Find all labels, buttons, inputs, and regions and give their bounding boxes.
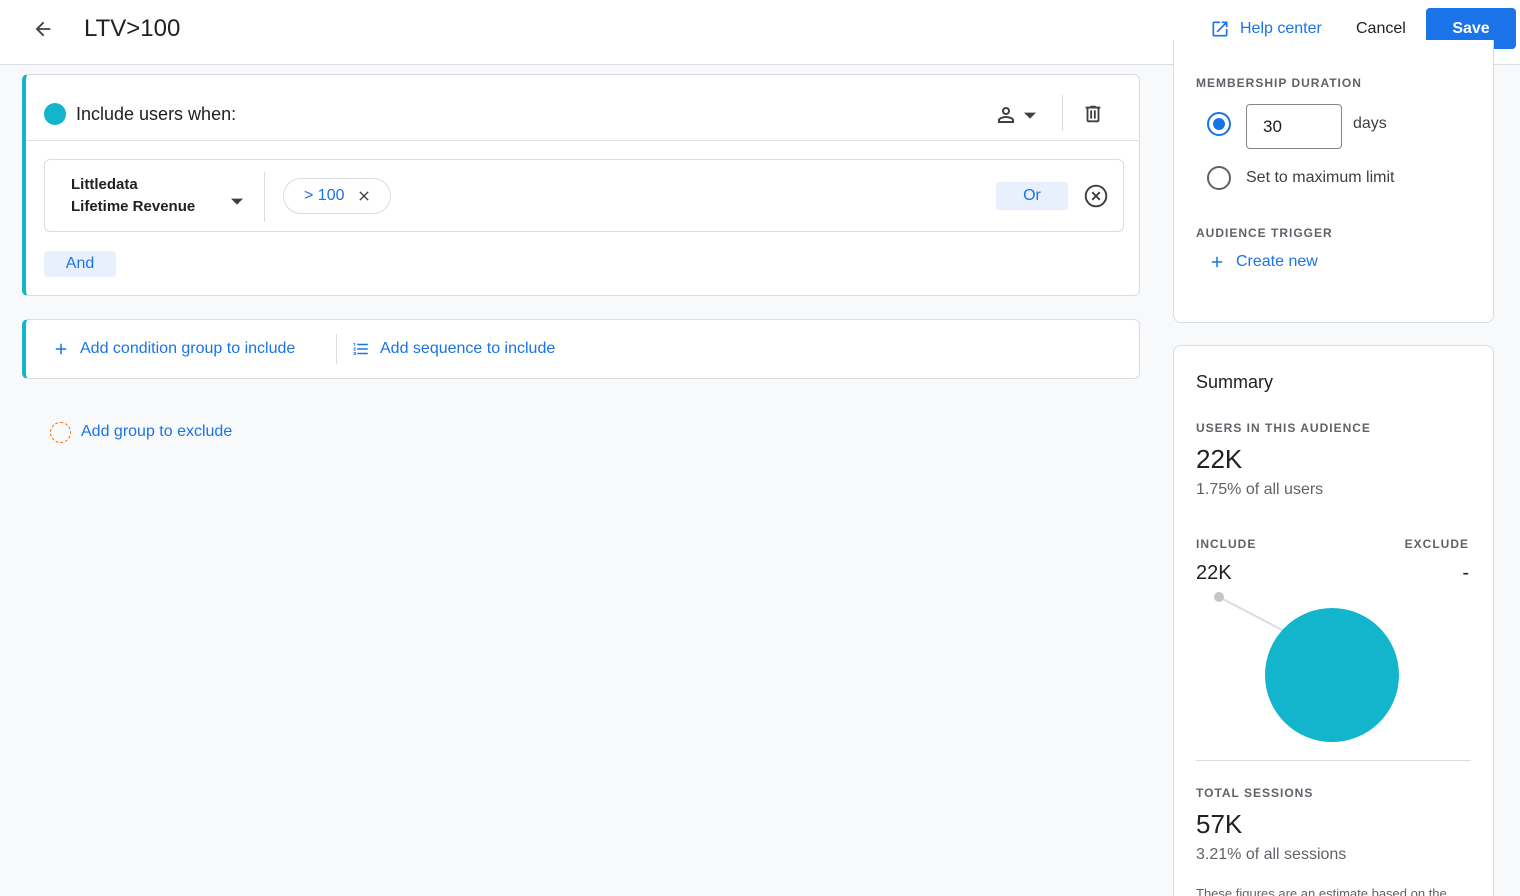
include-indicator-dot [44,103,66,125]
sessions-heading: TOTAL SESSIONS [1196,786,1314,800]
arrow-left-icon [35,21,51,37]
max-limit-radio[interactable] [1207,166,1231,190]
condition-row: Littledata Lifetime Revenue > 100 Or [44,159,1124,232]
help-center-link[interactable]: Help center [1210,16,1322,42]
create-trigger-button[interactable]: Create new [1208,250,1318,274]
condition-scope-dropdown[interactable] [994,101,1044,129]
delete-group-button[interactable] [1080,99,1106,129]
summary-title: Summary [1196,372,1274,392]
plus-icon [55,343,67,355]
cancel-circle-icon [1084,184,1108,208]
create-trigger-label: Create new [1236,253,1318,270]
condition-value-chip[interactable]: > 100 [283,178,391,214]
audience-settings-panel: MEMBERSHIP DURATION days Set to maximum … [1173,40,1494,323]
help-center-label: Help center [1240,20,1322,37]
include-group-title: Include users when: [76,104,237,124]
days-unit-label: days [1353,115,1387,132]
include-group-header: Include users when: [26,75,1139,141]
remove-condition-button[interactable] [1083,183,1109,209]
dimension-name-line2: Lifetime Revenue [71,198,196,215]
add-exclude-group-button[interactable]: Add group to exclude [50,420,232,444]
estimate-footnote: These figures are an estimate based on t… [1196,886,1447,896]
add-include-actions: Add condition group to include Add seque… [22,319,1140,379]
close-icon[interactable] [356,188,372,204]
back-button[interactable] [28,14,58,44]
include-exclude-diagram [1214,592,1399,742]
condition-divider [264,172,265,222]
summary-divider [1196,760,1471,761]
sessions-percentage: 3.21% of all sessions [1196,846,1347,863]
plus-icon [1211,256,1223,268]
include-heading: INCLUDE [1196,537,1257,551]
audience-trigger-heading: AUDIENCE TRIGGER [1196,226,1333,240]
open-in-new-icon [1212,21,1228,37]
days-radio[interactable] [1207,112,1231,136]
summary-panel: Summary USERS IN THIS AUDIENCE 22K 1.75%… [1173,345,1494,896]
add-actions-divider [336,334,337,364]
sessions-count: 57K [1196,809,1243,839]
include-condition-group: Include users when: Littledata Lifetime … [22,74,1140,296]
list-numbered-icon [353,343,368,355]
users-heading: USERS IN THIS AUDIENCE [1196,421,1371,435]
chip-value: > 100 [304,187,345,204]
add-sequence-button[interactable]: Add sequence to include [352,320,555,378]
and-button[interactable]: And [44,251,116,277]
page-title: LTV>100 [84,15,181,42]
membership-duration-heading: MEMBERSHIP DURATION [1196,76,1362,90]
dimension-selector[interactable]: Littledata Lifetime Revenue [71,174,221,218]
exclude-dashed-circle-icon [50,421,71,443]
caret-down-icon [1024,112,1036,119]
header-divider [1062,95,1063,131]
add-exclude-group-label: Add group to exclude [81,423,233,440]
include-circle [1265,608,1399,742]
add-sequence-label: Add sequence to include [380,340,556,357]
trash-icon [1085,105,1101,123]
membership-days-input[interactable] [1246,104,1342,149]
users-count: 22K [1196,444,1243,474]
exclude-heading: EXCLUDE [1404,537,1469,551]
users-percentage: 1.75% of all users [1196,481,1324,498]
person-icon [998,107,1014,123]
diagram-connector-line [1218,596,1287,633]
or-button[interactable]: Or [996,182,1068,210]
caret-down-icon[interactable] [231,194,243,212]
max-limit-label: Set to maximum limit [1246,169,1395,186]
add-condition-group-button[interactable]: Add condition group to include [52,320,295,378]
dimension-name-line1: Littledata [71,176,138,193]
add-condition-group-label: Add condition group to include [80,340,296,357]
exclude-point [1214,592,1224,602]
